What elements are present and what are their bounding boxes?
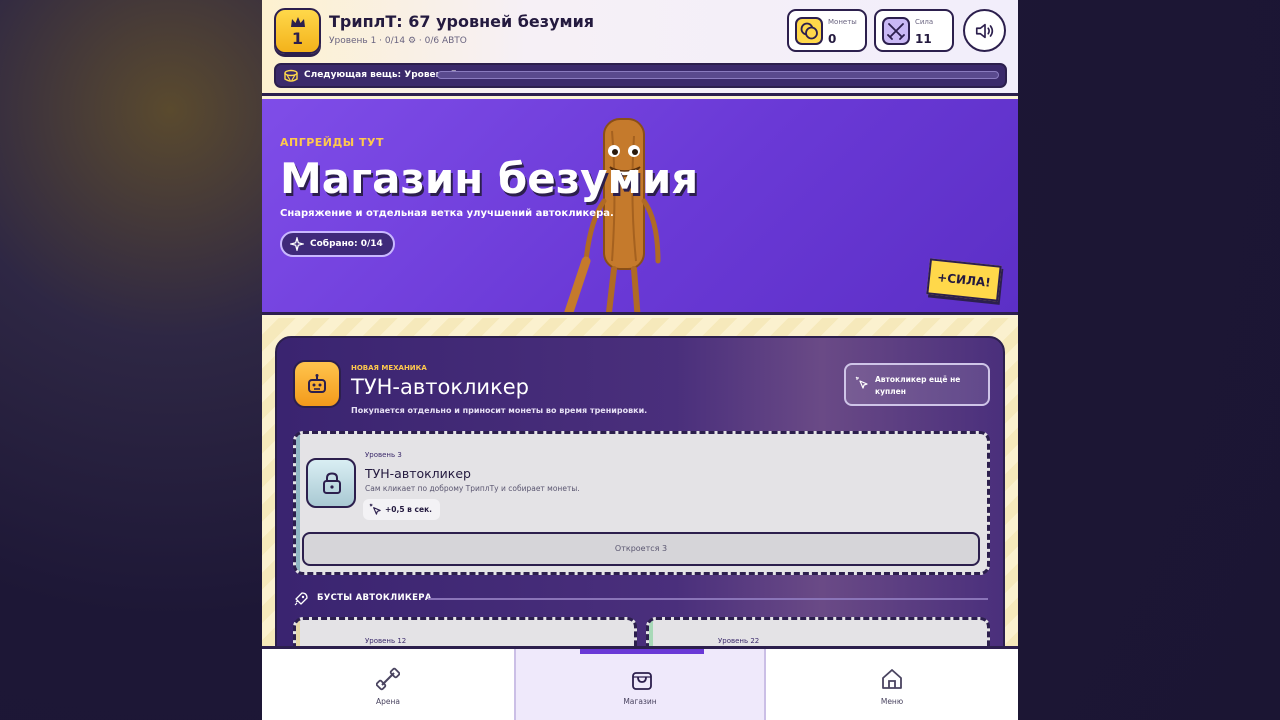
nav-shop[interactable]: Магазин — [514, 649, 766, 720]
active-indicator — [580, 649, 704, 654]
nav-shop-label: Магазин — [623, 697, 657, 706]
hero-title: Магазин безумия — [280, 154, 699, 203]
cursor-click-icon — [369, 503, 381, 515]
boosts-divider — [428, 598, 988, 600]
autoclicker-card: Уровень 3 ТУН-автокликер Сам кликает по … — [293, 431, 990, 575]
shop-content[interactable]: НОВАЯ МЕХАНИКА ТУН-автокликер Покупается… — [262, 318, 1018, 666]
card-description: Сам кликает по доброму ТриплТу и собирае… — [365, 484, 580, 493]
card-title: ТУН-автокликер — [365, 466, 471, 481]
sparkle-icon — [290, 237, 304, 251]
collected-badge: Собрано: 0/14 — [280, 231, 395, 257]
power-sticker: +СИЛА! — [926, 258, 1002, 302]
lock-icon — [306, 458, 356, 508]
panel-description: Покупается отдельно и приносит монеты во… — [351, 406, 648, 415]
rate-chip: +0,5 в сек. — [363, 499, 441, 520]
nav-arena[interactable]: Арена — [262, 649, 514, 720]
game-subtitle: Уровень 1 · 0/14 ⚙ · 0/6 АВТО — [329, 36, 467, 46]
hero-description: Снаряжение и отдельная ветка улучшений а… — [280, 208, 614, 219]
boosts-heading-text: БУСТЫ АВТОКЛИКЕРА — [317, 593, 432, 603]
panel-kicker: НОВАЯ МЕХАНИКА — [351, 364, 427, 372]
coins-value: 0 — [828, 32, 837, 46]
bottom-nav: Арена Магазин Меню — [262, 646, 1018, 720]
boost-level: Уровень 22 — [718, 637, 760, 645]
nav-menu-label: Меню — [880, 697, 904, 706]
unlock-button[interactable]: Откроется 3 — [302, 532, 980, 566]
rocket-icon — [294, 592, 308, 606]
power-value: 11 — [915, 32, 932, 46]
next-item-progress — [437, 71, 999, 79]
drum-icon — [284, 69, 298, 82]
swords-icon — [882, 17, 910, 45]
sound-toggle-button[interactable] — [963, 9, 1006, 52]
crown-icon — [291, 17, 305, 27]
home-icon — [882, 669, 902, 689]
nav-arena-label: Арена — [375, 697, 400, 706]
boost-level: Уровень 12 — [365, 637, 407, 645]
power-counter: Сила 11 — [874, 9, 954, 52]
robot-icon — [293, 360, 341, 408]
level-number: 1 — [291, 29, 304, 48]
coins-counter: Монеты 0 — [787, 9, 867, 52]
game-title: ТриплТ: 67 уровней безумия — [329, 12, 595, 31]
autoclicker-panel: НОВАЯ МЕХАНИКА ТУН-автокликер Покупается… — [275, 336, 1005, 666]
coins-label: Монеты — [828, 18, 857, 26]
next-item-text: Следующая вещь: Уровень 5 — [304, 70, 457, 80]
hero-kicker: АПГРЕЙДЫ ТУТ — [280, 136, 385, 149]
panel-title: ТУН-автокликер — [351, 375, 530, 399]
card-stripe — [296, 434, 300, 572]
next-item-bar: Следующая вещь: Уровень 5 — [274, 63, 1007, 88]
game-app: 1 ТриплТ: 67 уровней безумия Уровень 1 ·… — [262, 0, 1018, 720]
shop-hero-banner: АПГРЕЙДЫ ТУТ Магазин безумия Снаряжение … — [262, 99, 1018, 315]
nav-menu[interactable]: Меню — [766, 649, 1018, 720]
power-label: Сила — [915, 18, 934, 26]
coins-icon — [795, 17, 823, 45]
dumbbell-icon — [376, 667, 400, 691]
rate-text: +0,5 в сек. — [385, 505, 433, 514]
level-badge: 1 — [274, 8, 321, 54]
collected-text: Собрано: 0/14 — [310, 239, 383, 249]
top-header: 1 ТриплТ: 67 уровней безумия Уровень 1 ·… — [262, 0, 1018, 96]
boosts-heading: БУСТЫ АВТОКЛИКЕРА — [293, 590, 990, 608]
speaker-icon — [975, 23, 994, 39]
card-level: Уровень 3 — [365, 451, 402, 459]
shopping-bag-icon — [632, 672, 652, 690]
autoclicker-status: Автокликер ещё не куплен — [844, 363, 990, 406]
cursor-click-icon — [855, 376, 868, 389]
autoclicker-status-text: Автокликер ещё не куплен — [875, 375, 961, 396]
